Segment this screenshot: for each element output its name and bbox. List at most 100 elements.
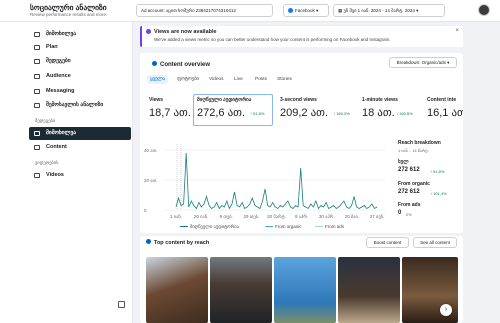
metric-value: 18,7 ათ. bbox=[149, 107, 191, 119]
x-tick-label: 20 მარტ. bbox=[267, 213, 286, 220]
ads-value: 0 bbox=[398, 210, 402, 216]
tab-videos[interactable]: Videos bbox=[209, 77, 224, 82]
legend-label: მიღწეული აუდიტორია bbox=[190, 223, 240, 230]
banner-description: We've added a views metric so you can be… bbox=[154, 37, 391, 42]
collapse-sidebar-icon[interactable] bbox=[118, 301, 125, 308]
total-label: სულ bbox=[398, 159, 409, 165]
metric-change: ↑ 169,5% bbox=[396, 111, 413, 116]
top-bar: სოციალური ანალიზი Review performance res… bbox=[0, 0, 500, 22]
top-content-icon bbox=[146, 239, 151, 244]
video-icon bbox=[34, 173, 40, 178]
sidebar-item-results[interactable]: შედეგები bbox=[29, 55, 131, 68]
organic-label: From organic bbox=[398, 181, 430, 187]
ad-account-label: Ad account: აცით ხოშური 2384217074310412 bbox=[141, 8, 236, 13]
content-thumbnail[interactable] bbox=[210, 257, 272, 323]
breakdown-dropdown[interactable]: Breakdown: Organic/ads ▾ bbox=[389, 57, 457, 68]
sidebar-item-label: შემოსავლის ანალიზი bbox=[46, 102, 104, 108]
overview-title-text: Content overview bbox=[160, 62, 211, 68]
sidebar-item-messaging[interactable]: Messaging bbox=[29, 85, 131, 98]
sidebar-item-monetization[interactable]: შემოსავლის ანალიზი bbox=[29, 99, 131, 112]
ad-account-selector[interactable]: Ad account: აცით ხოშური 2384217074310412 bbox=[136, 4, 273, 17]
legend-label: From organic bbox=[275, 224, 302, 229]
next-arrow-icon[interactable]: › bbox=[440, 304, 452, 316]
facebook-icon bbox=[288, 8, 293, 13]
sidebar-section-results: შედეგები bbox=[35, 118, 56, 123]
total-change: ↑ 51,8% bbox=[430, 169, 445, 174]
y-tick-label: 0 bbox=[144, 208, 147, 213]
metric-value: 16,1 ათ. bbox=[427, 107, 463, 119]
sidebar-section-content-types: ვიდეოების bbox=[35, 160, 59, 165]
tab-stories[interactable]: Stories bbox=[277, 77, 292, 82]
metric-change: ↑ 51,8% bbox=[250, 111, 265, 116]
chart-icon bbox=[34, 59, 40, 64]
date-range-selector[interactable]: ▦ უნ შვი 1 იან. 2024 - 14 მარტ. 2024 ▾ bbox=[333, 4, 445, 17]
y-tick-label: 20 ათ. bbox=[144, 178, 157, 183]
sidebar-item-content[interactable]: Content bbox=[29, 141, 131, 154]
metric-label: 3-second views bbox=[280, 97, 317, 103]
metric-value: 209,2 ათ. bbox=[280, 107, 329, 119]
sidebar-item-overview[interactable]: მიმოხილვა bbox=[29, 28, 131, 41]
x-tick-label: 1 იან. bbox=[170, 213, 182, 219]
breakdown-label: Breakdown: Organic/ads bbox=[396, 60, 446, 65]
sidebar-item-label: მიმოხილვა bbox=[46, 31, 77, 37]
organic-change: ↑ 101,4% bbox=[430, 191, 447, 196]
x-tick-label: 27 ივნ. bbox=[370, 213, 385, 220]
message-icon bbox=[34, 89, 40, 94]
metric-change: ↑ 169,3% bbox=[333, 111, 350, 116]
overview-title: Content overview bbox=[152, 61, 210, 68]
money-icon bbox=[34, 103, 40, 108]
metric-value: 18 ათ. bbox=[362, 107, 395, 119]
tab-photos[interactable]: ფოტოები bbox=[177, 77, 199, 82]
boost-content-button[interactable]: Boost content bbox=[366, 237, 409, 248]
platform-selector[interactable]: Facebook ▾ bbox=[283, 4, 329, 17]
x-tick-label: 20 იან. bbox=[194, 213, 208, 219]
sidebar-item-label: Audience bbox=[46, 73, 71, 79]
calendar-icon bbox=[34, 45, 40, 50]
metric-label: მიღწეული აუდიტორია bbox=[197, 97, 252, 103]
banner-title: Views are now available bbox=[154, 29, 217, 35]
top-content-title-text: Top content by reach bbox=[154, 240, 210, 246]
overview-icon bbox=[152, 61, 157, 66]
tab-posts[interactable]: Posts bbox=[255, 77, 267, 82]
app-title: სოციალური ანალიზი bbox=[30, 3, 107, 12]
ads-label: From ads bbox=[398, 202, 421, 208]
total-value: 272 612 bbox=[398, 167, 420, 173]
reach-breakdown-date: 1 იან. - 14 მარტ. bbox=[398, 148, 429, 153]
app-subtitle: Review performance results and more. bbox=[30, 12, 108, 17]
sidebar-item-label: Messaging bbox=[46, 88, 75, 94]
see-all-content-button[interactable]: See all content bbox=[413, 237, 457, 248]
home-icon bbox=[34, 131, 40, 136]
metric-label: 1-minute views bbox=[362, 97, 398, 103]
avatar[interactable] bbox=[478, 4, 490, 16]
sidebar-item-videos[interactable]: Videos bbox=[29, 169, 131, 182]
sidebar-item-audience[interactable]: Audience bbox=[29, 70, 131, 83]
content-thumbnail[interactable] bbox=[338, 257, 400, 323]
info-icon bbox=[146, 29, 151, 34]
tab-live[interactable]: Live bbox=[234, 77, 243, 82]
sidebar-item-label: შედეგები bbox=[46, 58, 71, 64]
organic-value: 272 612 bbox=[398, 189, 420, 195]
content-thumbnail[interactable] bbox=[274, 257, 336, 323]
sidebar-item-plan[interactable]: Plan bbox=[29, 41, 131, 54]
sidebar-item-label: Videos bbox=[46, 172, 64, 178]
close-icon[interactable]: × bbox=[455, 28, 459, 34]
x-tick-label: 29 თებ. bbox=[244, 213, 260, 220]
tab-all[interactable]: ყველა bbox=[147, 75, 168, 84]
people-icon bbox=[34, 74, 40, 79]
metric-value: 272,6 ათ. bbox=[197, 107, 246, 119]
x-tick-label: 30 აპრ. bbox=[319, 213, 335, 219]
metric-label: Views bbox=[149, 97, 164, 103]
top-content-title: Top content by reach bbox=[146, 239, 209, 246]
reach-chart: 40 ათ. 20 ათ. 0 1 იან. 20 იან. 9 თებ. 29 თებ. 2… bbox=[144, 144, 385, 230]
sidebar-item-label: მიმოხილვა bbox=[46, 130, 77, 136]
legend-label: From ads bbox=[325, 224, 345, 229]
sidebar-item-label: Plan bbox=[46, 44, 58, 50]
y-tick-label: 40 ათ. bbox=[144, 148, 157, 153]
views-banner: Views are now available We've added a vi… bbox=[140, 26, 463, 47]
ads-change: 0% bbox=[406, 212, 412, 217]
series-line-reach bbox=[175, 152, 378, 210]
x-tick-label: 20 მაი. bbox=[345, 213, 359, 219]
content-thumbnail[interactable] bbox=[146, 257, 208, 323]
sidebar-item-results-overview[interactable]: მიმოხილვა bbox=[29, 127, 131, 140]
sidebar-item-label: Content bbox=[46, 144, 67, 150]
